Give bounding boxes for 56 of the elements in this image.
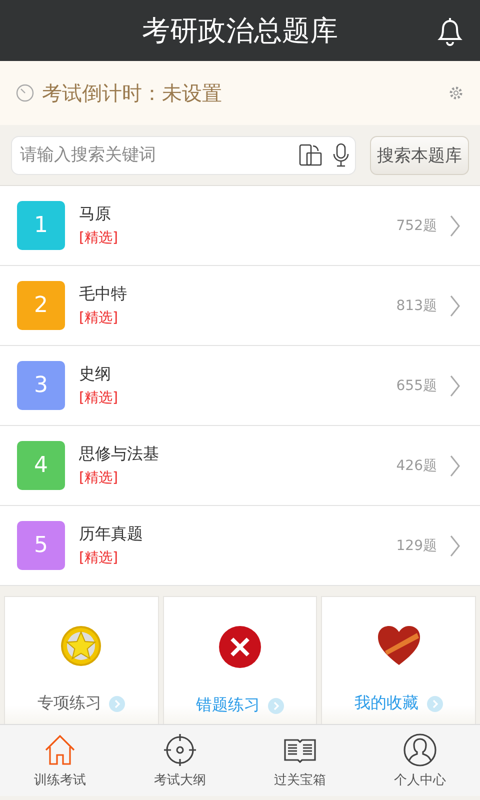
chevron-circle-icon: [426, 696, 443, 712]
question-count: 752题: [396, 216, 437, 234]
chevron-right-icon: [449, 454, 461, 478]
nav-tab[interactable]: 个人中心: [360, 725, 480, 796]
number-badge: 1: [17, 201, 65, 250]
featured-tag: [精选]: [79, 309, 396, 327]
chevron-right-icon: [449, 534, 461, 558]
settings-icon[interactable]: [448, 85, 464, 101]
number-badge: 5: [17, 521, 65, 570]
question-count: 813题: [396, 296, 437, 314]
star-medal-icon: [60, 625, 102, 667]
bell-icon[interactable]: [436, 15, 464, 47]
countdown-text: 考试倒计时：未设置: [42, 80, 223, 106]
chevron-circle-icon: [268, 698, 284, 714]
card-label: 我的收藏: [354, 693, 419, 714]
feature-card[interactable]: 专项练习: [4, 596, 159, 724]
featured-tag: [精选]: [79, 469, 396, 487]
number-badge: 4: [17, 441, 65, 490]
subject-row[interactable]: 4 思修与法基 [精选] 426题: [0, 426, 480, 506]
subject-name: 马原: [79, 204, 112, 225]
chevron-right-icon: [449, 214, 461, 238]
card-label: 错题练习: [196, 695, 260, 716]
featured-tag: [精选]: [79, 229, 396, 247]
microphone-icon[interactable]: [333, 143, 349, 167]
subject-row[interactable]: 3 史纲 [精选] 655题: [0, 346, 480, 426]
subject-name: 思修与法基: [79, 444, 160, 465]
timer-icon: [16, 84, 34, 102]
featured-tag: [精选]: [79, 549, 396, 567]
heart-icon: [376, 625, 421, 667]
question-count: 655题: [396, 376, 437, 394]
nav-tab[interactable]: 考试大纲: [120, 725, 240, 796]
subject-name: 史纲: [79, 364, 112, 385]
search-button[interactable]: 搜索本题库: [370, 136, 469, 174]
subject-name: 历年真题: [79, 524, 144, 545]
question-count: 129题: [396, 536, 437, 554]
subject-row[interactable]: 2 毛中特 [精选] 813题: [0, 266, 480, 346]
question-count: 426题: [396, 456, 437, 474]
subject-row[interactable]: 5 历年真题 [精选] 129题: [0, 506, 480, 586]
home-icon: [43, 732, 77, 766]
chevron-right-icon: [449, 374, 461, 398]
number-badge: 2: [17, 281, 65, 330]
chevron-circle-icon: [109, 696, 126, 712]
number-badge: 3: [17, 361, 65, 410]
featured-tag: [精选]: [79, 389, 396, 407]
scan-devices-icon[interactable]: [299, 143, 323, 167]
chevron-right-icon: [449, 294, 461, 318]
app-title: 考研政治总题库: [142, 12, 338, 48]
subject-row[interactable]: 1 马原 [精选] 752题: [0, 186, 480, 266]
user-icon: [403, 732, 437, 766]
nav-tab[interactable]: 训练考试: [0, 725, 120, 796]
card-label: 专项练习: [37, 693, 102, 714]
search-field[interactable]: 请输入搜索关键词: [11, 136, 356, 174]
subject-name: 毛中特: [79, 284, 128, 305]
close-circle-icon: [218, 625, 262, 669]
nav-tab[interactable]: 过关宝箱: [240, 725, 360, 796]
crosshair-icon: [163, 732, 197, 766]
